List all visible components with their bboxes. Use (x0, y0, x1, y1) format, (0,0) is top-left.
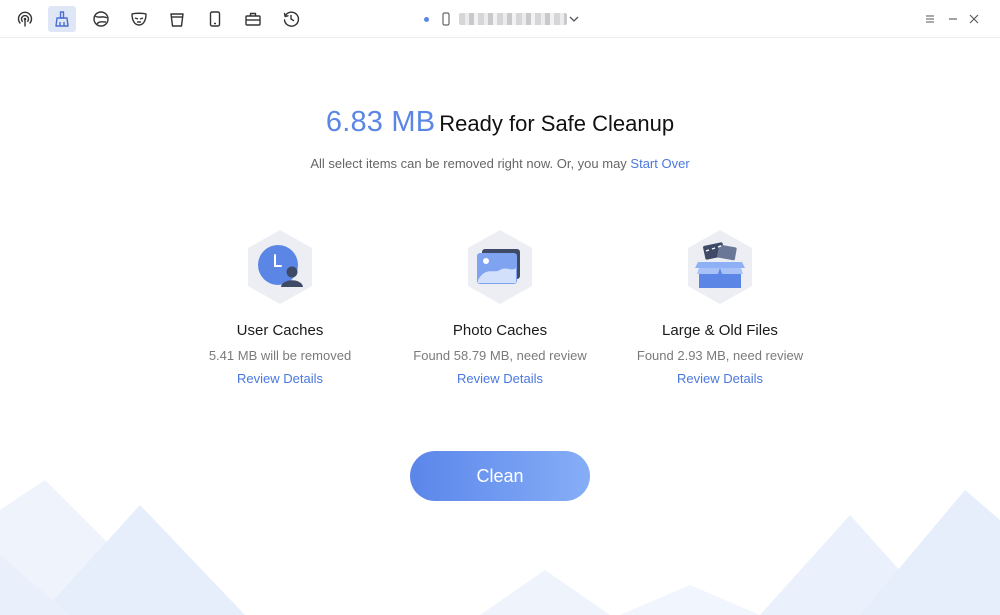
category-user-caches: User Caches 5.41 MB will be removed Revi… (170, 228, 390, 388)
clean-button[interactable]: Clean (410, 451, 590, 501)
start-over-link[interactable]: Start Over (630, 156, 689, 171)
broom-icon[interactable] (48, 6, 76, 32)
category-title: Large & Old Files (662, 322, 778, 339)
category-title: Photo Caches (452, 322, 548, 339)
device-selector[interactable] (424, 10, 579, 28)
subtitle-text: All select items can be removed right no… (310, 156, 631, 171)
category-description: 5.41 MB will be removed (208, 348, 352, 363)
cleanup-size: 6.83 MB (325, 106, 436, 138)
user-caches-icon (248, 230, 312, 304)
toolbox-icon[interactable] (239, 6, 267, 32)
menu-icon[interactable] (921, 10, 939, 28)
airdrop-icon[interactable] (11, 6, 39, 32)
category-photo-caches: Photo Caches Found 58.79 MB, need review… (390, 228, 610, 388)
category-description: Found 2.93 MB, need review (636, 348, 804, 363)
trash-icon[interactable] (163, 6, 191, 32)
cleanup-status: Ready for Safe Cleanup (439, 111, 675, 136)
browser-icon[interactable] (87, 6, 115, 32)
connection-status-dot (424, 16, 429, 22)
history-icon[interactable] (277, 6, 305, 32)
minimize-icon[interactable] (944, 10, 962, 28)
close-icon[interactable] (965, 10, 983, 28)
large-old-files-icon (688, 230, 752, 304)
cleanup-subtitle: All select items can be removed right no… (0, 156, 1000, 171)
device-name-blurred (459, 13, 567, 25)
review-details-link[interactable]: Review Details (237, 371, 323, 386)
category-description: Found 58.79 MB, need review (413, 348, 587, 363)
phone-connected-icon (442, 12, 450, 26)
phone-icon[interactable] (201, 6, 229, 32)
review-details-link[interactable]: Review Details (677, 371, 763, 386)
photo-caches-icon (468, 230, 532, 304)
mask-icon[interactable] (125, 6, 153, 32)
review-details-link[interactable]: Review Details (457, 371, 543, 386)
top-toolbar (0, 0, 1000, 38)
chevron-down-icon[interactable] (569, 15, 579, 23)
cleanup-summary: 6.83 MB Ready for Safe Cleanup (0, 106, 1000, 139)
category-large-old-files: Large & Old Files Found 2.93 MB, need re… (610, 228, 830, 388)
category-title: User Caches (236, 322, 324, 339)
